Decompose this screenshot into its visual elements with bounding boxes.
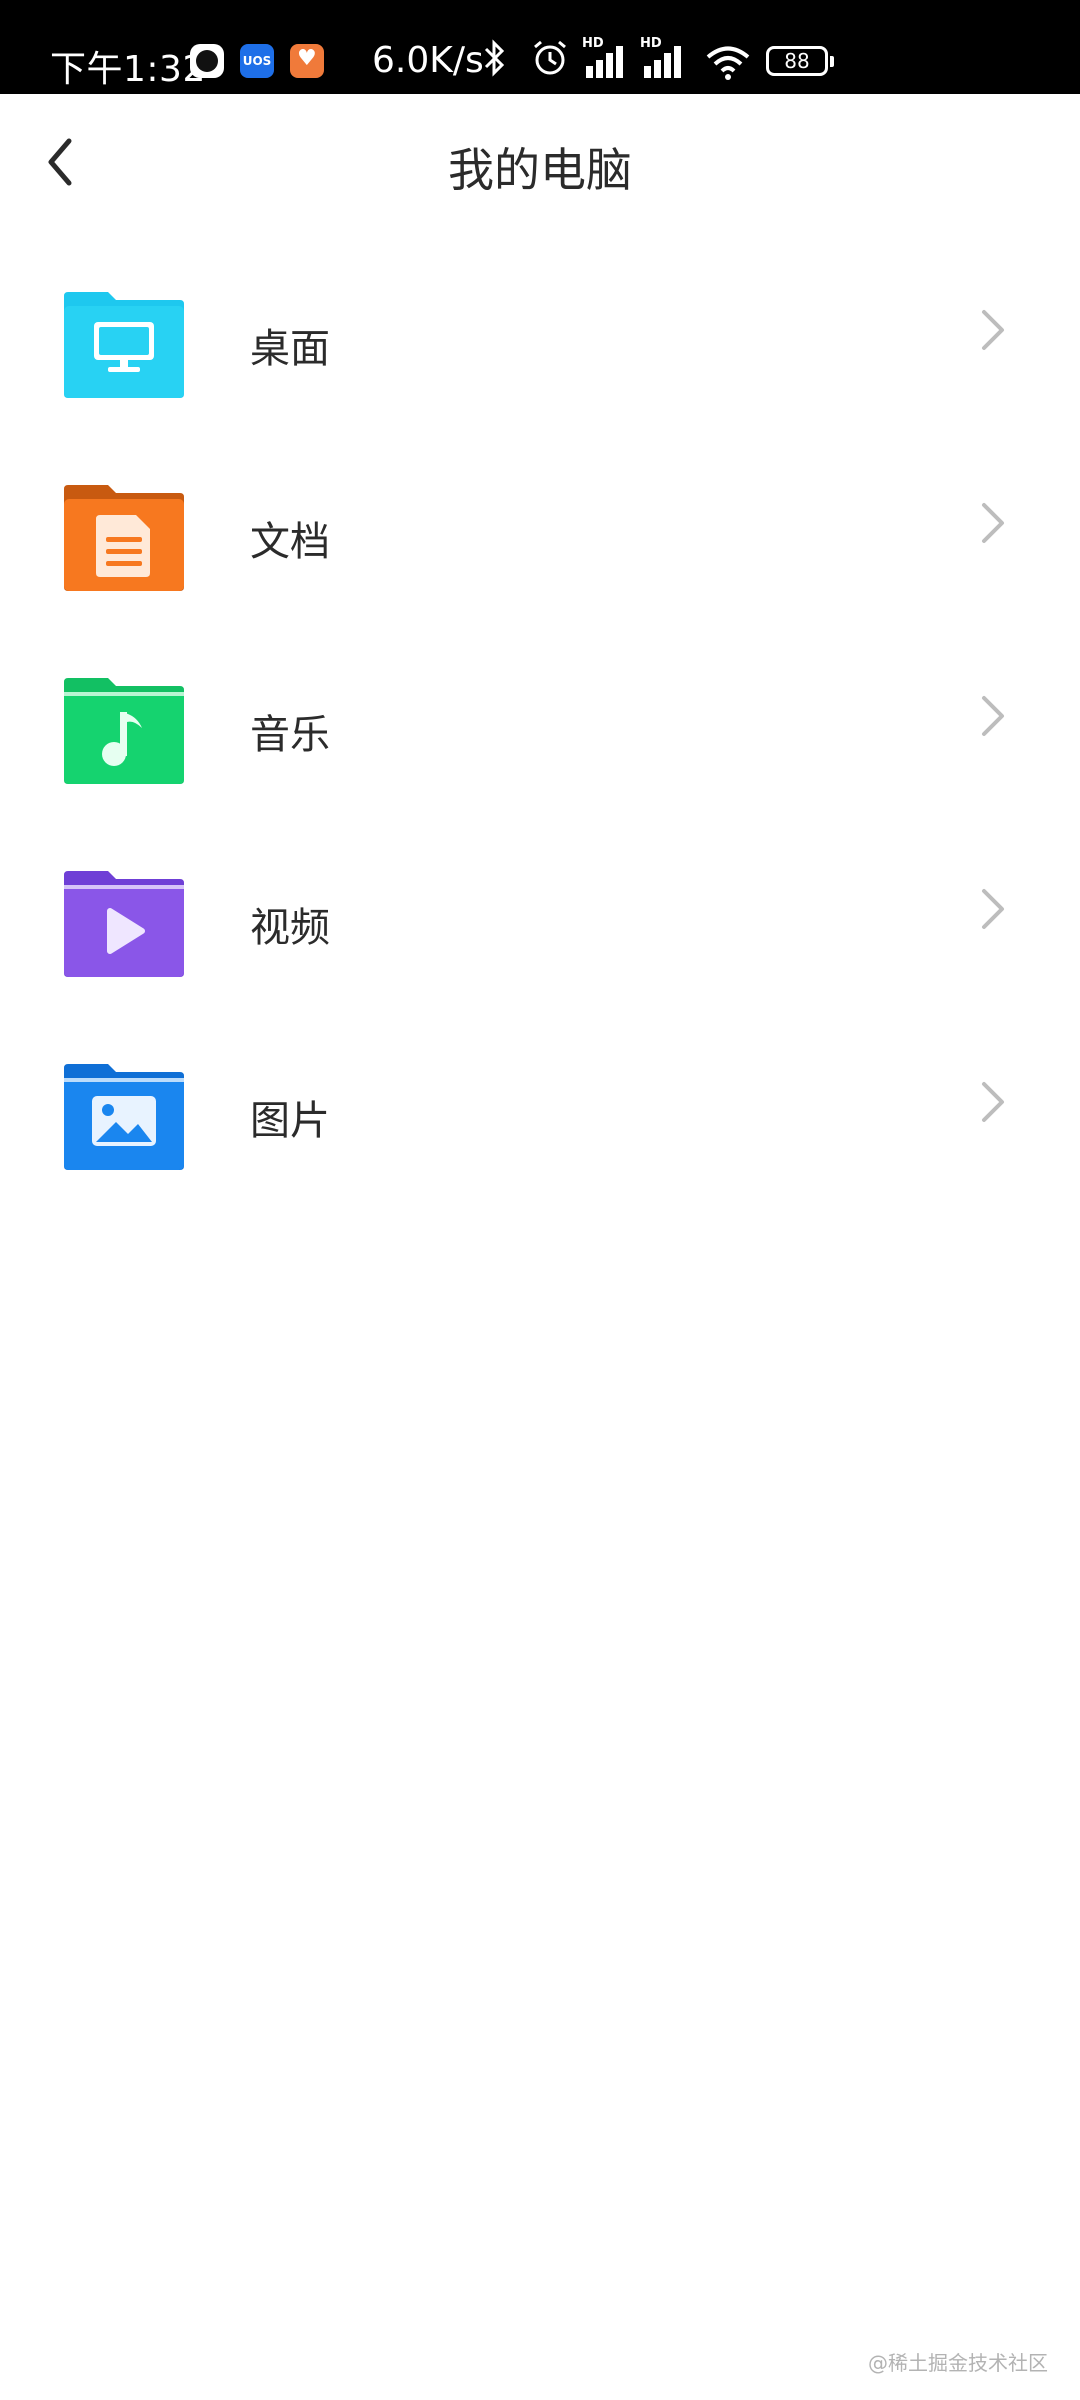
item-label: 文档 — [250, 519, 330, 565]
list-item-documents[interactable]: 文档 — [0, 443, 1080, 636]
chevron-right-icon — [982, 889, 1004, 929]
signal-icon: HD — [582, 36, 632, 78]
item-label: 视频 — [250, 905, 330, 951]
chevron-right-icon — [982, 696, 1004, 736]
list-item-video[interactable]: 视频 — [0, 829, 1080, 1022]
bluetooth-icon — [480, 38, 510, 87]
folder-document-icon — [64, 485, 184, 591]
signal-icon-2: HD — [640, 36, 690, 78]
health-app-icon — [290, 44, 324, 78]
item-label: 图片 — [250, 1098, 330, 1144]
folder-list: 桌面 文档 音乐 视频 图片 — [0, 250, 1080, 1215]
chevron-right-icon — [982, 1082, 1004, 1122]
alarm-icon — [530, 38, 570, 87]
status-time: 下午1:32 — [50, 49, 206, 90]
uos-app-icon: UOS — [240, 44, 274, 78]
folder-picture-icon — [64, 1064, 184, 1170]
folder-video-icon — [64, 871, 184, 977]
list-item-pictures[interactable]: 图片 — [0, 1022, 1080, 1215]
item-label: 桌面 — [250, 326, 330, 372]
status-bar: 下午1:32 UOS 6.0K/s HD HD 88 — [0, 0, 1080, 94]
list-item-desktop[interactable]: 桌面 — [0, 250, 1080, 443]
list-item-music[interactable]: 音乐 — [0, 636, 1080, 829]
folder-desktop-icon — [64, 292, 184, 398]
battery-icon: 88 — [766, 46, 834, 76]
chevron-right-icon — [982, 503, 1004, 543]
header: 我的电脑 — [0, 94, 1080, 234]
chevron-right-icon — [982, 310, 1004, 350]
record-icon — [190, 44, 224, 78]
page-title: 我的电脑 — [448, 143, 632, 197]
wifi-icon — [705, 44, 751, 82]
item-label: 音乐 — [250, 712, 330, 758]
folder-music-icon — [64, 678, 184, 784]
network-speed: 6.0K/s — [372, 40, 484, 81]
watermark: @稀土掘金技术社区 — [868, 2351, 1048, 2375]
